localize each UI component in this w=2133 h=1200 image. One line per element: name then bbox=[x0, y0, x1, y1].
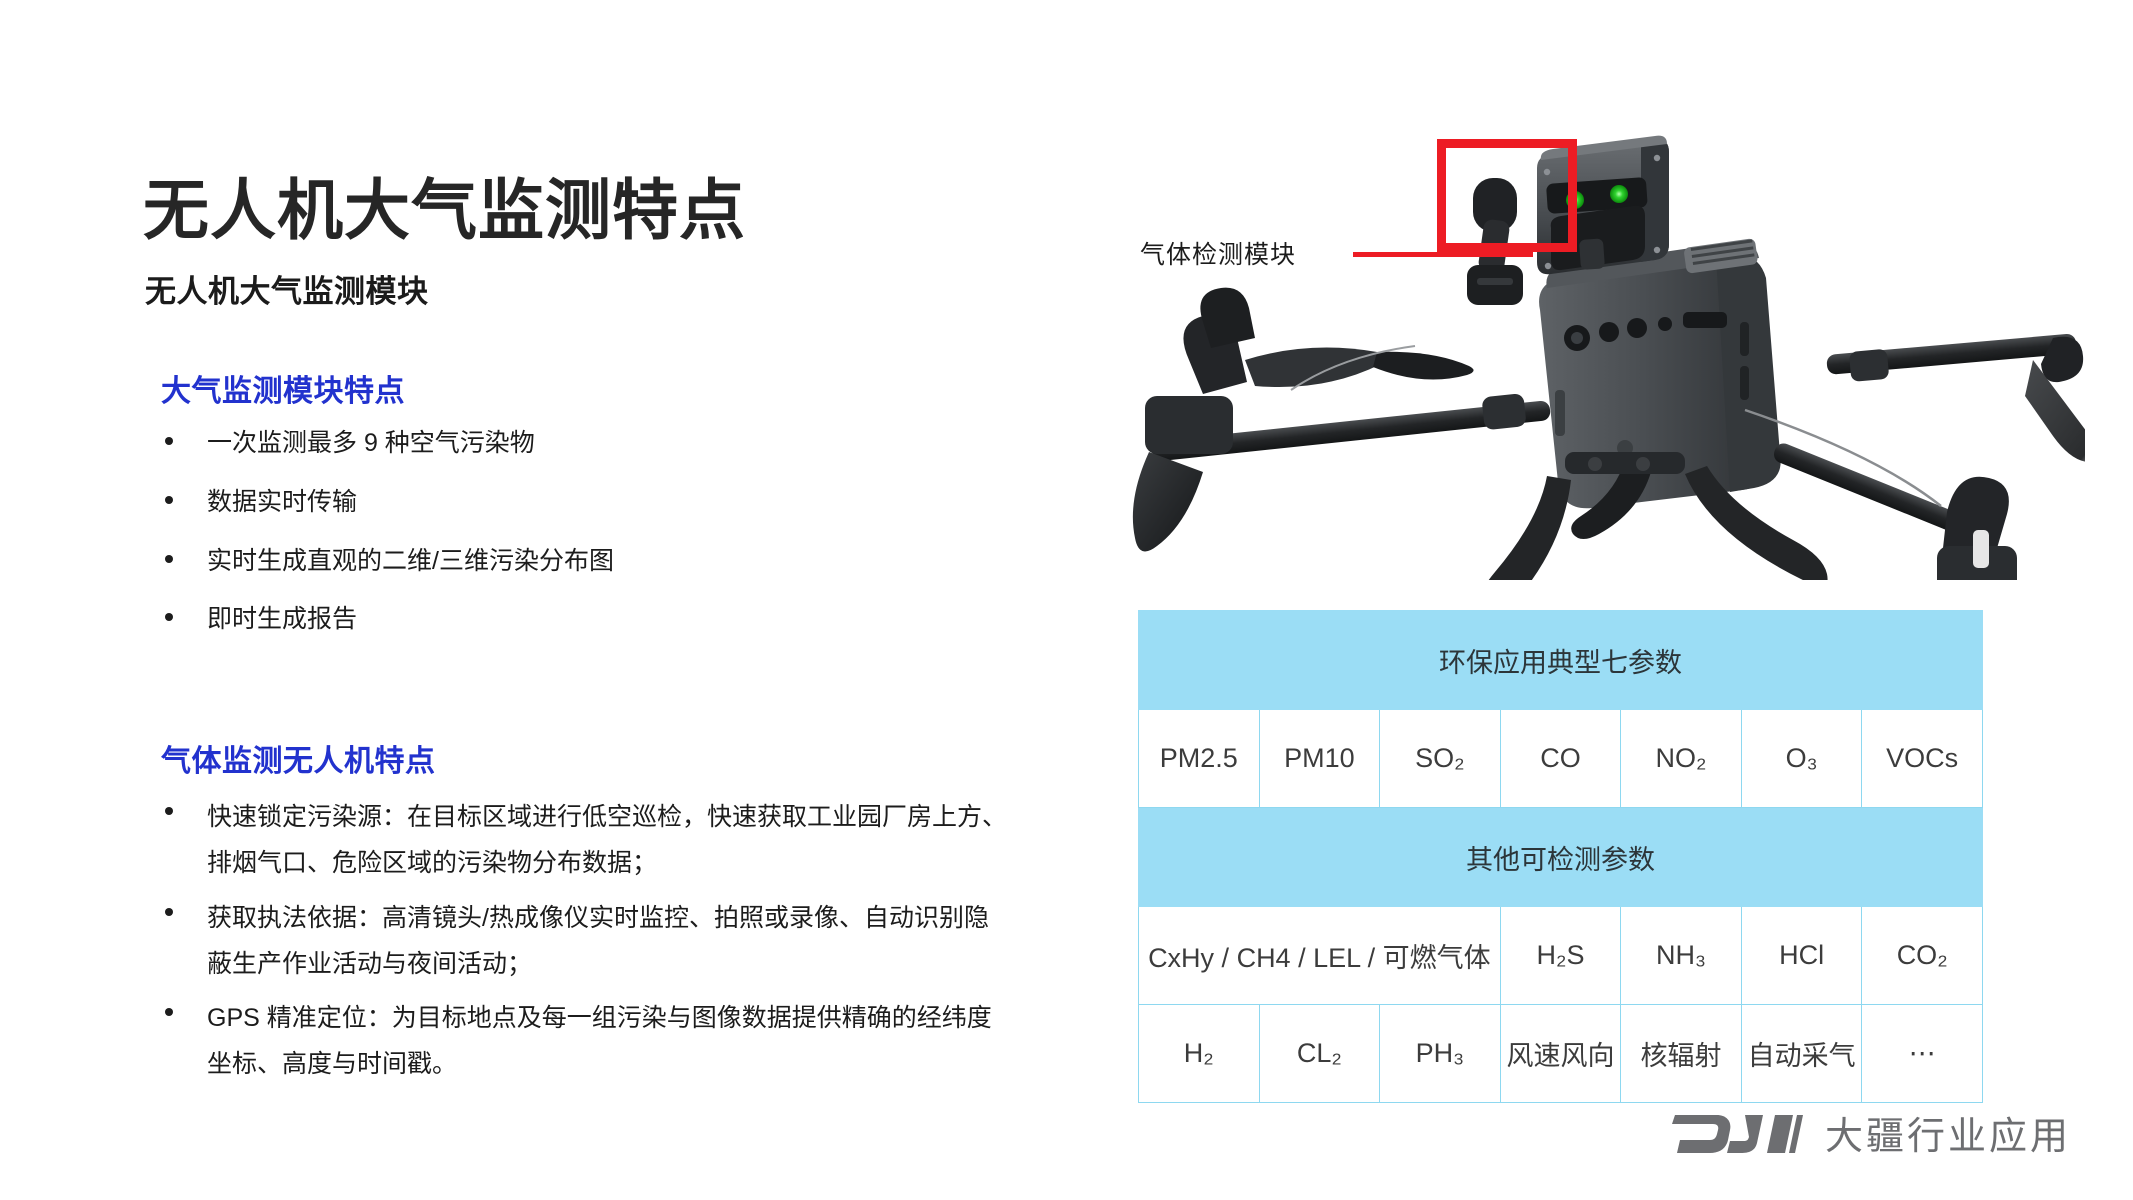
list-item-label: 获取执法依据：高清镜头/热成像仪实时监控、拍照或录像、自动识别隐蔽生产作业活动与… bbox=[207, 903, 989, 978]
bullet-list-gas-drone: 快速锁定污染源：在目标区域进行低空巡检，快速获取工业园厂房上方、排烟气口、危险区… bbox=[143, 794, 1023, 1088]
param-cell: 核辐射 bbox=[1620, 1004, 1742, 1103]
param-cell: VOCs bbox=[1861, 709, 1983, 808]
bullet-dot-icon bbox=[165, 554, 173, 563]
drone-illustration bbox=[1085, 60, 2085, 580]
param-cell: H₂S bbox=[1499, 906, 1622, 1005]
bullet-dot-icon bbox=[165, 1008, 173, 1016]
led-green-right bbox=[1610, 185, 1628, 203]
param-cell: NO₂ bbox=[1620, 709, 1742, 808]
table-row-group2-title: 其他可检测参数 bbox=[1138, 807, 1983, 907]
bullet-dot-icon bbox=[165, 437, 173, 445]
drone-photo: 气体检测模块 bbox=[1085, 60, 2085, 580]
list-item-label: 一次监测最多 9 种空气污染物 bbox=[207, 429, 535, 457]
param-cell: H₂ bbox=[1138, 1004, 1260, 1103]
bullet-list-atmosphere: 一次监测最多 9 种空气污染物 数据实时传输 实时生成直观的二维/三维污染分布图… bbox=[143, 424, 1023, 639]
list-item: 实时生成直观的二维/三维污染分布图 bbox=[143, 542, 1023, 581]
list-item: 数据实时传输 bbox=[143, 483, 1023, 522]
list-item-label: 即时生成报告 bbox=[207, 605, 358, 634]
section-atmosphere-module: 大气监测模块特点 一次监测最多 9 种空气污染物 数据实时传输 实时生成直观的二… bbox=[143, 366, 1023, 659]
list-item: 快速锁定污染源：在目标区域进行低空巡检，快速获取工业园厂房上方、排烟气口、危险区… bbox=[143, 794, 1007, 887]
section-heading-atmosphere: 大气监测模块特点 bbox=[161, 375, 405, 408]
param-cell: ⋯ bbox=[1861, 1004, 1983, 1103]
dji-logo-icon bbox=[1671, 1107, 1803, 1158]
param-cell: CO₂ bbox=[1861, 906, 1983, 1005]
bullet-dot-icon bbox=[165, 907, 173, 916]
dji-branding: 大疆行业应用 bbox=[1671, 1105, 2071, 1160]
table-row: CxHy / CH4 / LEL / 可燃气体 H₂S NH₃ HCl CO₂ bbox=[1138, 906, 1983, 1005]
left-content-column: 无人机大气监测特点 无人机大气监测模块 大气监测模块特点 一次监测最多 9 种空… bbox=[143, 0, 1023, 1200]
param-cell: 自动采气 bbox=[1740, 1004, 1863, 1103]
param-cell: PH₃ bbox=[1379, 1004, 1501, 1103]
group2-title-cell: 其他可检测参数 bbox=[1138, 807, 1983, 907]
list-item: GPS 精准定位：为目标地点及每一组污染与图像数据提供精确的经纬度坐标、高度与时… bbox=[143, 995, 1007, 1088]
table-row: H₂ CL₂ PH₃ 风速风向 核辐射 自动采气 ⋯ bbox=[1138, 1004, 1983, 1103]
section-heading-gas-drone: 气体监测无人机特点 bbox=[161, 745, 436, 778]
param-cell: CxHy / CH4 / LEL / 可燃气体 bbox=[1138, 906, 1501, 1005]
list-item-label: GPS 精准定位：为目标地点及每一组污染与图像数据提供精确的经纬度坐标、高度与时… bbox=[207, 1004, 992, 1079]
param-cell: SO₂ bbox=[1379, 709, 1501, 808]
page-title: 无人机大气监测特点 bbox=[143, 173, 746, 248]
param-cell: HCl bbox=[1740, 906, 1863, 1005]
callout-arrow-line-icon bbox=[1353, 252, 1533, 257]
bullet-dot-icon bbox=[165, 495, 173, 504]
table-row: PM2.5 PM10 SO₂ CO NO₂ O₃ VOCs bbox=[1138, 709, 1983, 808]
section-gas-drone: 气体监测无人机特点 快速锁定污染源：在目标区域进行低空巡检，快速获取工业园厂房上… bbox=[143, 736, 1023, 1096]
highlight-box bbox=[1437, 139, 1577, 252]
page-subtitle: 无人机大气监测模块 bbox=[145, 273, 429, 309]
param-cell: CO bbox=[1499, 709, 1622, 808]
list-item-label: 数据实时传输 bbox=[207, 487, 358, 516]
dji-logo-text: 大疆行业应用 bbox=[1824, 1116, 2071, 1158]
list-item-label: 快速锁定污染源：在目标区域进行低空巡检，快速获取工业园厂房上方、排烟气口、危险区… bbox=[207, 803, 1008, 878]
callout-label: 气体检测模块 bbox=[1140, 241, 1297, 269]
bullet-dot-icon bbox=[165, 807, 173, 815]
table-row-group1-title: 环保应用典型七参数 bbox=[1138, 610, 1983, 710]
param-cell: PM2.5 bbox=[1138, 709, 1260, 808]
parameter-table: 环保应用典型七参数 PM2.5 PM10 SO₂ CO NO₂ O₃ VOCs … bbox=[1138, 610, 1983, 1103]
param-cell: NH₃ bbox=[1620, 906, 1742, 1005]
param-cell: O₃ bbox=[1740, 709, 1863, 808]
param-cell: 风速风向 bbox=[1499, 1004, 1622, 1103]
list-item: 一次监测最多 9 种空气污染物 bbox=[143, 424, 1023, 463]
list-item: 即时生成报告 bbox=[143, 600, 1023, 639]
list-item: 获取执法依据：高清镜头/热成像仪实时监控、拍照或录像、自动识别隐蔽生产作业活动与… bbox=[143, 895, 1007, 988]
bullet-dot-icon bbox=[165, 613, 173, 622]
group1-title-cell: 环保应用典型七参数 bbox=[1138, 610, 1983, 710]
list-item-label: 实时生成直观的二维/三维污染分布图 bbox=[207, 546, 614, 575]
param-cell: CL₂ bbox=[1258, 1004, 1381, 1103]
param-cell: PM10 bbox=[1258, 709, 1381, 808]
